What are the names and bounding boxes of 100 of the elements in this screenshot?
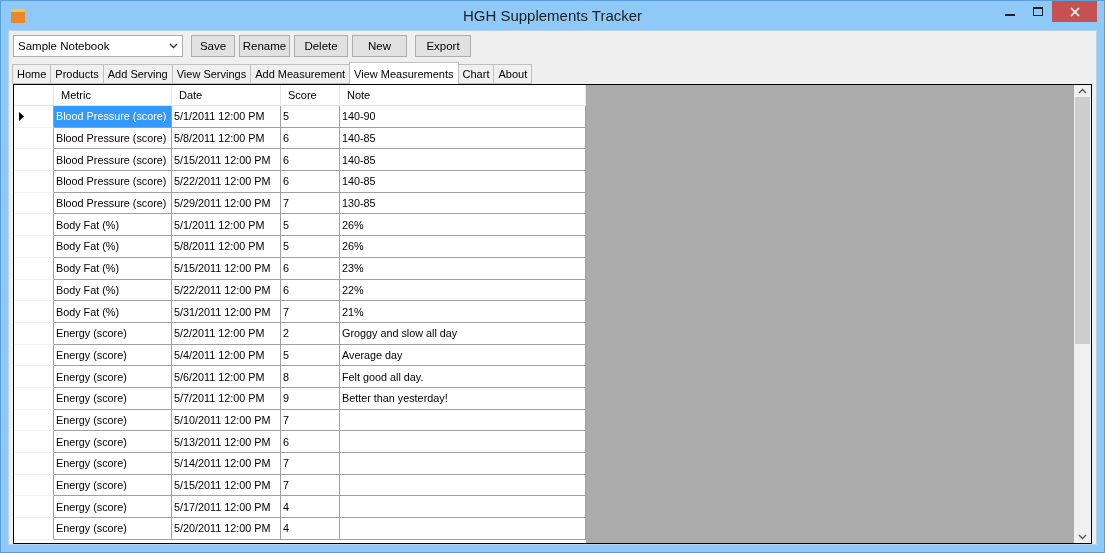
table-cell: 5/15/2011 12:00 PM	[172, 257, 281, 280]
table-cell: Energy (score)	[54, 322, 172, 345]
table-cell: Body Fat (%)	[54, 257, 172, 280]
window-title: HGH Supplements Tracker	[461, 7, 644, 24]
table-cell: Blood Pressure (score)	[54, 192, 172, 215]
table-cell: 2	[281, 322, 340, 345]
tab[interactable]: About	[493, 64, 533, 84]
column-header[interactable]: Note	[340, 85, 586, 106]
table-cell: Better than yesterday!	[340, 387, 586, 410]
table-cell: 26%	[340, 236, 586, 258]
table-cell: 9	[281, 387, 340, 410]
column-header[interactable]: Score	[281, 85, 340, 106]
table-cell: 22%	[340, 279, 586, 302]
tab[interactable]: View Measurements	[349, 62, 459, 84]
table-cell: 5	[281, 236, 340, 258]
tab[interactable]: View Servings	[171, 64, 252, 84]
tab[interactable]: Add Serving	[102, 64, 173, 84]
table-cell: 5/13/2011 12:00 PM	[172, 431, 281, 453]
tab[interactable]: Home	[12, 64, 52, 84]
table-cell: Blood Pressure (score)	[54, 106, 172, 128]
current-row-icon	[19, 111, 24, 121]
notebook-dropdown[interactable]: Sample Notebook	[13, 35, 183, 57]
close-icon	[1069, 6, 1080, 17]
table-cell: 5/8/2011 12:00 PM	[172, 236, 281, 258]
table-cell: Blood Pressure (score)	[54, 149, 172, 172]
table-cell: Energy (score)	[54, 387, 172, 410]
table-cell: 7	[281, 453, 340, 475]
table-cell: 5/20/2011 12:00 PM	[172, 518, 281, 540]
table-cell: 5	[281, 214, 340, 237]
table-cell: 6	[281, 149, 340, 172]
table-cell: 26%	[340, 214, 586, 237]
toolbar-button[interactable]: New	[352, 35, 407, 57]
toolbar-button[interactable]: Rename	[239, 35, 290, 57]
table-cell: 140-90	[340, 106, 586, 128]
table-cell: 4	[281, 518, 340, 540]
table-cell: Body Fat (%)	[54, 214, 172, 237]
table-cell: 5/15/2011 12:00 PM	[172, 474, 281, 497]
minimize-icon	[1005, 14, 1015, 16]
table-cell: Body Fat (%)	[54, 236, 172, 258]
table-cell: 5/14/2011 12:00 PM	[172, 453, 281, 475]
table-cell: 21%	[340, 301, 586, 323]
table-cell: 7	[281, 474, 340, 497]
table-cell: Energy (score)	[54, 496, 172, 519]
table-cell: 5	[281, 344, 340, 367]
toolbar-button[interactable]: Export	[415, 35, 471, 57]
table-cell: Energy (score)	[54, 453, 172, 475]
column-header[interactable]: Metric	[54, 85, 172, 106]
chevron-down-icon	[169, 43, 178, 49]
app-icon	[11, 8, 25, 23]
table-cell: 130-85	[340, 192, 586, 215]
table-cell: 6	[281, 127, 340, 150]
table-cell: 6	[281, 257, 340, 280]
table-cell: 6	[281, 431, 340, 453]
table-cell: 5/1/2011 12:00 PM	[172, 214, 281, 237]
table-cell: 5/15/2011 12:00 PM	[172, 149, 281, 172]
table-cell: 4	[281, 496, 340, 519]
table-cell: 7	[281, 301, 340, 323]
table-cell: 5/22/2011 12:00 PM	[172, 171, 281, 193]
toolbar-button[interactable]: Delete	[294, 35, 348, 57]
toolbar-button[interactable]: Save	[191, 35, 235, 57]
table-cell: 5/1/2011 12:00 PM	[172, 106, 281, 128]
table-cell: 5/31/2011 12:00 PM	[172, 301, 281, 323]
table-cell: 5/29/2011 12:00 PM	[172, 192, 281, 215]
table-cell: Groggy and slow all day	[340, 322, 586, 345]
table-cell: Body Fat (%)	[54, 279, 172, 302]
table-cell: Body Fat (%)	[54, 301, 172, 323]
table-cell: 5	[281, 106, 340, 128]
table-cell: 5/10/2011 12:00 PM	[172, 409, 281, 432]
table-cell: Felt good all day.	[340, 366, 586, 388]
table-cell: 8	[281, 366, 340, 388]
table-cell: 5/2/2011 12:00 PM	[172, 322, 281, 345]
table-cell: Blood Pressure (score)	[54, 171, 172, 193]
table-cell: 7	[281, 409, 340, 432]
table-cell: 5/6/2011 12:00 PM	[172, 366, 281, 388]
table-cell: Energy (score)	[54, 366, 172, 388]
scrollbar[interactable]	[1074, 85, 1091, 543]
column-header[interactable]: Date	[172, 85, 281, 106]
table-cell: 6	[281, 279, 340, 302]
table-cell: 23%	[340, 257, 586, 280]
table-cell: 7	[281, 192, 340, 215]
table-cell: Blood Pressure (score)	[54, 127, 172, 150]
table-cell: 140-85	[340, 127, 586, 150]
table-cell: Energy (score)	[54, 518, 172, 540]
table-cell: 5/22/2011 12:00 PM	[172, 279, 281, 302]
table-cell: 6	[281, 171, 340, 193]
table-cell: Energy (score)	[54, 409, 172, 432]
tab[interactable]: Products	[50, 64, 104, 84]
table-cell: Energy (score)	[54, 344, 172, 367]
table-cell: Energy (score)	[54, 474, 172, 497]
tab[interactable]: Add Measurement	[250, 64, 351, 84]
table-cell: 5/8/2011 12:00 PM	[172, 127, 281, 150]
maximize-icon	[1033, 6, 1043, 17]
table-cell: Average day	[340, 344, 586, 367]
table-cell: 140-85	[340, 171, 586, 193]
table-cell: 5/7/2011 12:00 PM	[172, 387, 281, 410]
table-cell: 5/4/2011 12:00 PM	[172, 344, 281, 367]
table-cell: Energy (score)	[54, 431, 172, 453]
table-cell: 5/17/2011 12:00 PM	[172, 496, 281, 519]
row-header[interactable]	[14, 106, 54, 128]
table-cell: 140-85	[340, 149, 586, 172]
